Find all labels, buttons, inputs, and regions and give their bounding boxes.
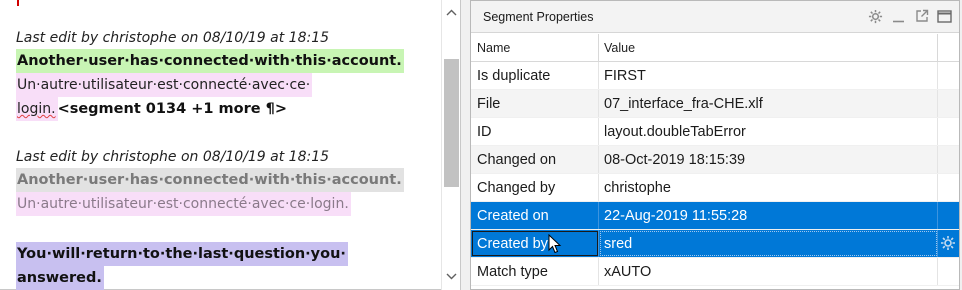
property-name: Changed on xyxy=(471,146,599,173)
property-value[interactable]: sred xyxy=(599,230,938,257)
segment-1[interactable]: Last edit by christophe on 08/10/19 at 1… xyxy=(16,27,436,121)
editor-content: Last edit by christophe on 08/10/19 at 1… xyxy=(0,0,441,290)
gear-icon[interactable] xyxy=(867,7,884,25)
segment-properties-panel: Segment Properties Name Value Is duplica… xyxy=(470,0,960,290)
popout-icon[interactable] xyxy=(913,7,930,25)
property-name: Created by xyxy=(471,230,599,257)
scroll-up-arrow-icon[interactable] xyxy=(442,4,461,21)
property-value: layout.doubleTabError xyxy=(599,118,938,145)
segment-1-tag[interactable]: <segment 0134 +1 more ¶> xyxy=(58,101,287,117)
segment-2-meta: Last edit by christophe on 08/10/19 at 1… xyxy=(16,149,330,165)
column-header-value[interactable]: Value xyxy=(599,34,938,61)
table-row-selected[interactable]: Created on 22-Aug-2019 11:55:28 xyxy=(471,202,959,230)
segment-2-source: Another·user·has·connected·with·this·acc… xyxy=(16,168,404,192)
vertical-scrollbar[interactable] xyxy=(441,0,460,290)
segment-2-target[interactable]: Un·autre·utilisateur·est·connecté·avec·c… xyxy=(16,192,351,216)
segment-1-target-line1[interactable]: Un·autre·utilisateur·est·connecté·avec·c… xyxy=(16,73,313,97)
segment-3[interactable]: You·will·return·to·the·last·question·you… xyxy=(16,242,436,290)
property-name: Is duplicate xyxy=(471,62,599,89)
property-name: ID xyxy=(471,118,599,145)
property-name: Created on xyxy=(471,202,599,229)
maximize-icon[interactable] xyxy=(936,7,953,25)
scroll-down-arrow-icon[interactable] xyxy=(442,268,461,285)
property-value: FIRST xyxy=(599,62,938,89)
segment-3-source-line2: answered. xyxy=(16,266,104,290)
table-row-focused[interactable]: Created by sred xyxy=(471,230,959,258)
property-value: xAUTO xyxy=(599,258,938,285)
table-row[interactable]: ID layout.doubleTabError xyxy=(471,118,959,146)
segment-1-meta: Last edit by christophe on 08/10/19 at 1… xyxy=(16,30,330,46)
panel-header: Segment Properties xyxy=(471,1,959,33)
table-row[interactable]: Changed by christophe xyxy=(471,174,959,202)
column-header-name[interactable]: Name xyxy=(471,34,599,61)
table-row[interactable]: Match type xAUTO xyxy=(471,258,959,286)
editor-pane[interactable]: Last edit by christophe on 08/10/19 at 1… xyxy=(0,0,461,290)
property-value: 22-Aug-2019 11:55:28 xyxy=(599,202,938,229)
panel-title: Segment Properties xyxy=(483,10,594,24)
panel-toolbar xyxy=(867,7,953,25)
property-name: Match type xyxy=(471,258,599,285)
grid-header: Name Value xyxy=(471,34,959,62)
table-row[interactable]: Changed on 08-Oct-2019 18:15:39 xyxy=(471,146,959,174)
property-name: File xyxy=(471,90,599,117)
segment-2[interactable]: Last edit by christophe on 08/10/19 at 1… xyxy=(16,146,436,216)
property-name: Changed by xyxy=(471,174,599,201)
scrollbar-thumb[interactable] xyxy=(444,59,459,187)
property-value: 07_interface_fra-CHE.xlf xyxy=(599,90,938,117)
property-value: christophe xyxy=(599,174,938,201)
properties-grid: Name Value Is duplicate FIRST File 07_in… xyxy=(471,34,959,286)
segment-1-source: Another·user·has·connected·with·this·acc… xyxy=(16,49,404,73)
row-gear-icon[interactable] xyxy=(940,235,956,251)
minimize-icon[interactable] xyxy=(890,7,907,25)
table-row[interactable]: File 07_interface_fra-CHE.xlf xyxy=(471,90,959,118)
segment-3-source-line1: You·will·return·to·the·last·question·you… xyxy=(16,242,348,266)
segment-1-target-line2[interactable]: login. xyxy=(16,97,58,121)
property-value: 08-Oct-2019 18:15:39 xyxy=(599,146,938,173)
mouse-cursor-icon xyxy=(548,234,562,254)
table-row[interactable]: Is duplicate FIRST xyxy=(471,62,959,90)
